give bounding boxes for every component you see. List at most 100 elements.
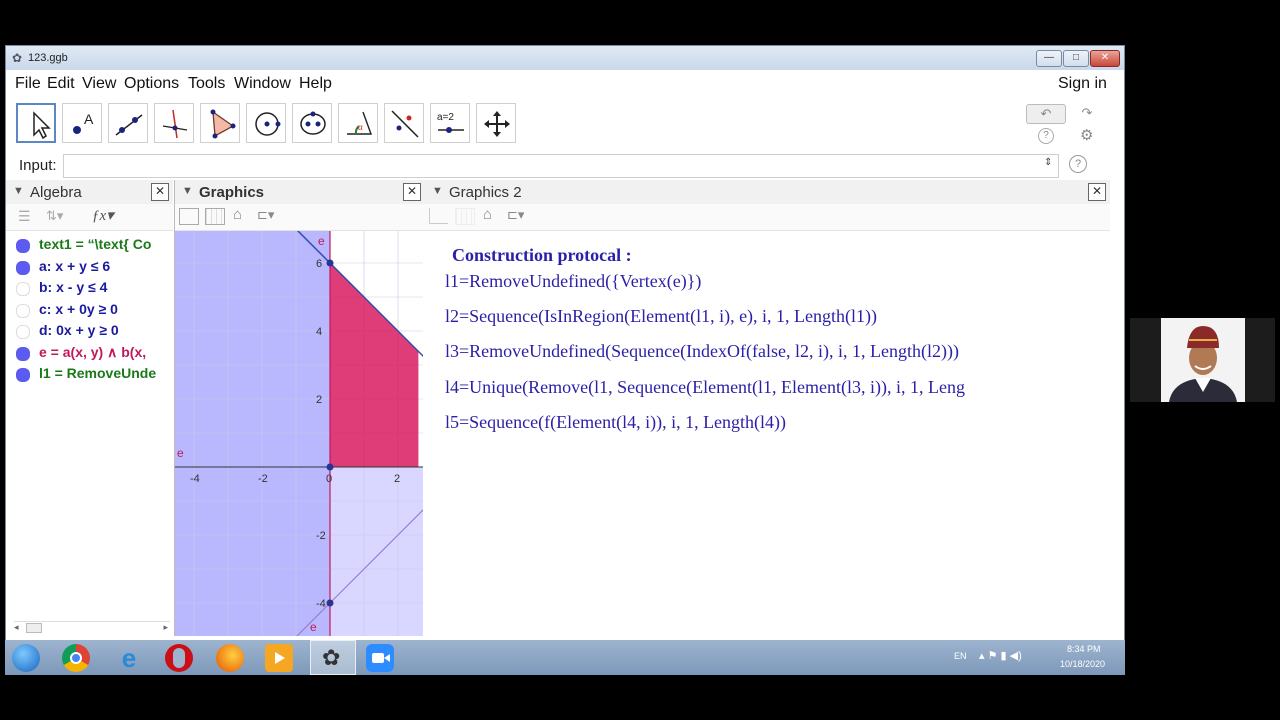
maximize-button[interactable]: □ <box>1063 50 1089 67</box>
grid-toggle-icon[interactable] <box>455 208 475 225</box>
algebra-view: ▼ Algebra ✕ ☰ ⇅▾ ƒx▾ text1 = “\text{ Co a… <box>6 180 173 636</box>
zoom-icon[interactable] <box>366 644 394 672</box>
point-tool-button[interactable]: A <box>62 103 102 143</box>
graphics-view: ▼ Graphics ✕ ⌂ ⊏▾ -4 -2 0 2 6 4 2 -2 -4 e e e <box>174 180 426 636</box>
menu-options[interactable]: Options <box>124 75 179 93</box>
visibility-toggle[interactable] <box>16 239 30 253</box>
region-label: e <box>177 446 184 460</box>
x-tick-label: -4 <box>190 473 200 485</box>
menu-tools[interactable]: Tools <box>188 75 225 93</box>
line-tool-button[interactable] <box>108 103 148 143</box>
close-graphics-button[interactable]: ✕ <box>403 183 421 201</box>
circle-icon <box>255 112 281 136</box>
graphics-canvas[interactable]: -4 -2 0 2 6 4 2 -2 -4 e e e <box>175 231 423 636</box>
minimize-button[interactable]: — <box>1036 50 1062 67</box>
algebra-item[interactable]: a: x + y ≤ 6 <box>14 257 172 277</box>
vertex-point <box>326 599 334 607</box>
help-icon[interactable]: ? <box>1038 128 1054 144</box>
collapse-triangle-icon[interactable]: ▼ <box>182 185 193 197</box>
input-help-icon[interactable]: ? <box>1069 155 1087 173</box>
menu-help[interactable]: Help <box>299 75 332 93</box>
reflect-tool-button[interactable] <box>384 103 424 143</box>
visibility-toggle[interactable] <box>16 260 30 275</box>
slider-icon: a=2 <box>437 112 464 133</box>
construction-heading: Construction protocal : <box>452 245 632 265</box>
menu-edit[interactable]: Edit <box>47 75 75 93</box>
home-icon[interactable]: ⌂ <box>483 206 492 223</box>
point-capturing-icon[interactable]: ⊏▾ <box>507 207 524 223</box>
presenter-video <box>1161 318 1245 402</box>
point-capturing-icon[interactable]: ⊏▾ <box>257 207 274 223</box>
slider-tool-button[interactable]: a=2 <box>430 103 470 143</box>
firefox-icon[interactable] <box>216 644 244 672</box>
clock-time[interactable]: 8:34 PM <box>1067 644 1101 654</box>
algebra-title: Algebra <box>30 184 82 201</box>
home-icon[interactable]: ⌂ <box>233 206 242 223</box>
language-indicator[interactable]: EN <box>954 651 967 661</box>
redo-button[interactable]: ↷ <box>1074 104 1100 122</box>
presenter-avatar <box>1161 318 1245 402</box>
menu-file[interactable]: File <box>15 75 41 93</box>
algebra-item[interactable]: l1 = RemoveUnde <box>14 364 172 384</box>
opera-icon[interactable] <box>165 644 193 672</box>
algebra-item[interactable]: text1 = “\text{ Co <box>14 235 172 255</box>
input-history-toggle[interactable]: ⇕ <box>1044 157 1052 168</box>
line-icon <box>115 114 143 136</box>
algebra-scrollbar[interactable]: ◂ ▸ <box>14 621 170 634</box>
menu-view[interactable]: View <box>82 75 116 93</box>
algebra-item[interactable]: b: x - y ≤ 4 <box>14 278 172 298</box>
perpendicular-line-tool-button[interactable] <box>154 103 194 143</box>
graphics2-style-bar: ⌂ ⊏▾ <box>425 204 1110 231</box>
visibility-toggle[interactable] <box>16 325 30 339</box>
visibility-toggle[interactable] <box>16 368 30 382</box>
axes-toggle-icon[interactable] <box>179 208 199 225</box>
geogebra-taskbar-button[interactable]: ✿ <box>310 640 356 675</box>
visibility-toggle[interactable] <box>16 282 30 296</box>
order-icon[interactable]: ⇅▾ <box>46 208 63 224</box>
close-algebra-button[interactable]: ✕ <box>151 183 169 201</box>
x-tick-label: -2 <box>258 473 268 485</box>
window-title: 123.ggb <box>28 52 68 64</box>
internet-explorer-icon[interactable]: e <box>115 644 143 672</box>
function-icon[interactable]: ƒx▾ <box>92 206 114 225</box>
input-bar: Input: ⇕ ? <box>6 150 1124 180</box>
collapse-triangle-icon[interactable]: ▼ <box>432 185 443 197</box>
menu-window[interactable]: Window <box>234 75 291 93</box>
input-field[interactable] <box>63 154 1059 178</box>
axes-toggle-icon[interactable] <box>429 208 448 224</box>
algebra-item[interactable]: e = a(x, y) ∧ b(x, <box>14 343 172 363</box>
construction-text-area[interactable]: Construction protocal : l1=RemoveUndefin… <box>425 231 1110 636</box>
sign-in-link[interactable]: Sign in <box>1058 75 1107 93</box>
sort-icon[interactable]: ☰ <box>18 208 31 225</box>
collapse-triangle-icon[interactable]: ▼ <box>13 185 24 197</box>
geogebra-app-icon: ✿ <box>12 51 23 65</box>
polygon-tool-button[interactable] <box>200 103 240 143</box>
conic-tool-button[interactable] <box>292 103 332 143</box>
algebra-item[interactable]: c: x + 0y ≥ 0 <box>14 300 172 320</box>
graphics2-header: ▼ Graphics 2 ✕ <box>425 180 1110 205</box>
close-window-button[interactable]: ✕ <box>1090 50 1120 67</box>
clock-date[interactable]: 10/18/2020 <box>1060 659 1105 669</box>
move-graphics-view-tool-button[interactable] <box>476 103 516 143</box>
undo-button[interactable]: ↶ <box>1026 104 1066 124</box>
media-player-icon[interactable] <box>265 644 293 672</box>
move-tool-button[interactable] <box>16 103 56 143</box>
visibility-toggle[interactable] <box>16 346 30 361</box>
chrome-icon[interactable] <box>62 644 90 672</box>
grid-toggle-icon[interactable] <box>205 208 225 225</box>
tray-icons[interactable]: ▴ ⚑ ▮ ◀) <box>979 649 1022 662</box>
construction-line-1: l1=RemoveUndefined({Vertex(e)}) <box>445 271 702 291</box>
perpendicular-line-icon <box>162 109 188 139</box>
y-tick-label: -4 <box>316 598 326 610</box>
close-graphics2-button[interactable]: ✕ <box>1088 183 1106 201</box>
arrow-cursor-icon <box>33 111 51 140</box>
windows-start-icon[interactable] <box>12 644 40 672</box>
algebra-item[interactable]: d: 0x + y ≥ 0 <box>14 321 172 341</box>
graphics-title: Graphics <box>199 184 265 201</box>
visibility-toggle[interactable] <box>16 303 30 318</box>
circle-tool-button[interactable] <box>246 103 286 143</box>
gear-icon[interactable]: ⚙ <box>1080 126 1093 144</box>
menu-bar: File Edit View Options Tools Window Help… <box>6 70 1124 98</box>
graphics2-title: Graphics 2 <box>449 184 522 201</box>
angle-tool-button[interactable]: α <box>338 103 378 143</box>
